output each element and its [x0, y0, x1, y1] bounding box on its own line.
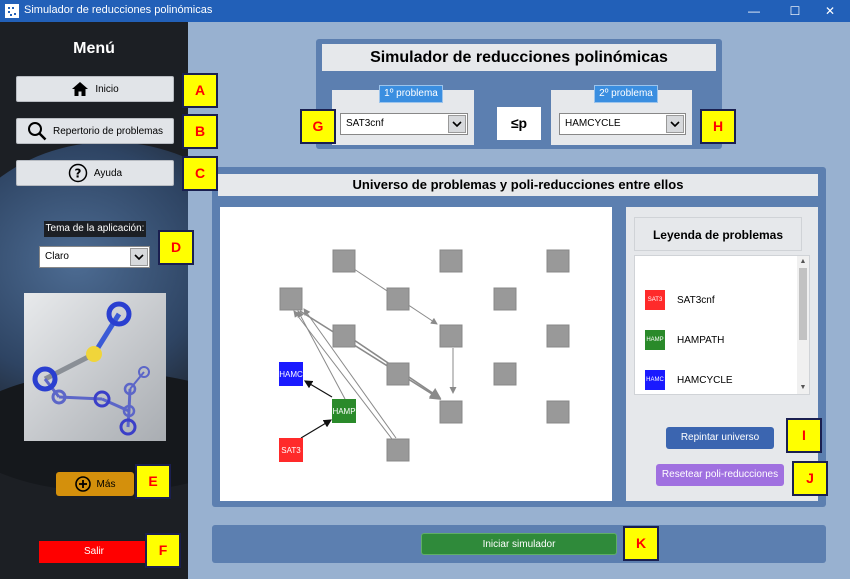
problem-graph[interactable]: HAMC HAMP SAT3	[220, 207, 612, 501]
chevron-down-icon	[448, 115, 466, 133]
svg-text:?: ?	[74, 167, 81, 181]
app-logo	[24, 293, 166, 441]
header-panel: Simulador de reducciones polinómicas 1º …	[316, 39, 722, 149]
window-titlebar: Simulador de reducciones polinómicas — ☐…	[0, 0, 850, 22]
close-button[interactable]: ✕	[815, 0, 845, 22]
legend-item: HAMC HAMCYCLE	[645, 370, 733, 390]
resetear-button[interactable]: Resetear poli-reducciones	[656, 464, 784, 486]
annotation-tag: I	[786, 418, 822, 453]
annotation-tag: A	[182, 73, 218, 108]
legend-item-label: HAMCYCLE	[677, 374, 733, 386]
graph-logo-icon	[32, 301, 150, 436]
legend-item: HAMP HAMPATH	[645, 330, 724, 350]
main-area: Simulador de reducciones polinómicas 1º …	[188, 22, 850, 579]
legend-item: SAT3 SAT3cnf	[645, 290, 715, 310]
legend-swatch: HAMP	[645, 330, 665, 350]
theme-select-value: Claro	[45, 251, 69, 262]
legend-item-label: HAMPATH	[677, 334, 725, 346]
scrollbar-thumb[interactable]	[799, 268, 807, 340]
problem1-select[interactable]: SAT3cnf	[340, 113, 468, 135]
page-title: Simulador de reducciones polinómicas	[322, 44, 716, 71]
search-icon	[27, 122, 47, 141]
annotation-tag: C	[182, 156, 218, 191]
legend-item-label: SAT3cnf	[677, 294, 715, 306]
iniciar-button[interactable]: Iniciar simulador	[421, 533, 617, 555]
polynomial-reduction-symbol: ≤p	[497, 107, 541, 140]
annotation-tag: J	[792, 461, 828, 496]
universe-panel: Universo de problemas y poli-reducciones…	[212, 167, 826, 507]
plus-circle-icon	[74, 476, 91, 492]
scroll-down-icon[interactable]: ▼	[797, 382, 809, 394]
graph-canvas: HAMC HAMP SAT3	[279, 249, 570, 462]
window-title: Simulador de reducciones polinómicas	[24, 4, 213, 16]
menu-title: Menú	[73, 40, 115, 57]
problem2-select-value: HAMCYCLE	[565, 118, 621, 129]
maximize-button[interactable]: ☐	[780, 0, 810, 22]
hamp-node-label: HAMP	[332, 407, 355, 416]
legend-panel: Leyenda de problemas SAT3 SAT3cnf HAMP H…	[626, 207, 818, 501]
legend-swatch: SAT3	[645, 290, 665, 310]
annotation-tag: E	[135, 464, 171, 499]
app-icon	[5, 4, 19, 18]
problem2-label: 2º problema	[594, 85, 658, 103]
ayuda-button-label: Ayuda	[93, 167, 123, 179]
help-icon: ?	[68, 163, 88, 183]
inicio-button-label: Inicio	[95, 83, 119, 95]
ayuda-button[interactable]: ? Ayuda	[16, 160, 174, 186]
repertorio-button-label: Repertorio de problemas	[52, 125, 164, 137]
hamc-node-label: HAMC	[279, 370, 303, 379]
problem2-select[interactable]: HAMCYCLE	[559, 113, 686, 135]
annotation-tag: D	[158, 230, 194, 265]
mas-button-label: Más	[96, 478, 116, 490]
annotation-tag: G	[300, 109, 336, 144]
annotation-tag: F	[145, 533, 181, 568]
legend-list[interactable]: SAT3 SAT3cnf HAMP HAMPATH HAMC HAMCYCLE …	[634, 255, 810, 395]
universe-title: Universo de problemas y poli-reducciones…	[218, 174, 818, 196]
legend-scrollbar[interactable]: ▲ ▼	[797, 256, 809, 394]
theme-select[interactable]: Claro	[39, 246, 150, 268]
annotation-tag: K	[623, 526, 659, 561]
repertorio-button[interactable]: Repertorio de problemas	[16, 118, 174, 144]
problem1-select-value: SAT3cnf	[346, 118, 384, 129]
annotation-tag: H	[700, 109, 736, 144]
sat3-node-label: SAT3	[281, 446, 301, 455]
bottom-panel: Iniciar simulador	[212, 525, 826, 563]
salir-button[interactable]: Salir	[39, 541, 149, 563]
legend-title: Leyenda de problemas	[634, 217, 802, 251]
problem1-label: 1º problema	[379, 85, 443, 103]
chevron-down-icon	[130, 248, 148, 266]
home-icon	[72, 82, 89, 96]
repintar-button[interactable]: Repintar universo	[666, 427, 774, 449]
scroll-up-icon[interactable]: ▲	[797, 256, 809, 268]
theme-label: Tema de la aplicación:	[44, 221, 146, 237]
chevron-down-icon	[666, 115, 684, 133]
minimize-button[interactable]: —	[739, 0, 769, 22]
legend-swatch: HAMC	[645, 370, 665, 390]
mas-button[interactable]: Más	[56, 472, 134, 496]
inicio-button[interactable]: Inicio	[16, 76, 174, 102]
annotation-tag: B	[182, 114, 218, 149]
